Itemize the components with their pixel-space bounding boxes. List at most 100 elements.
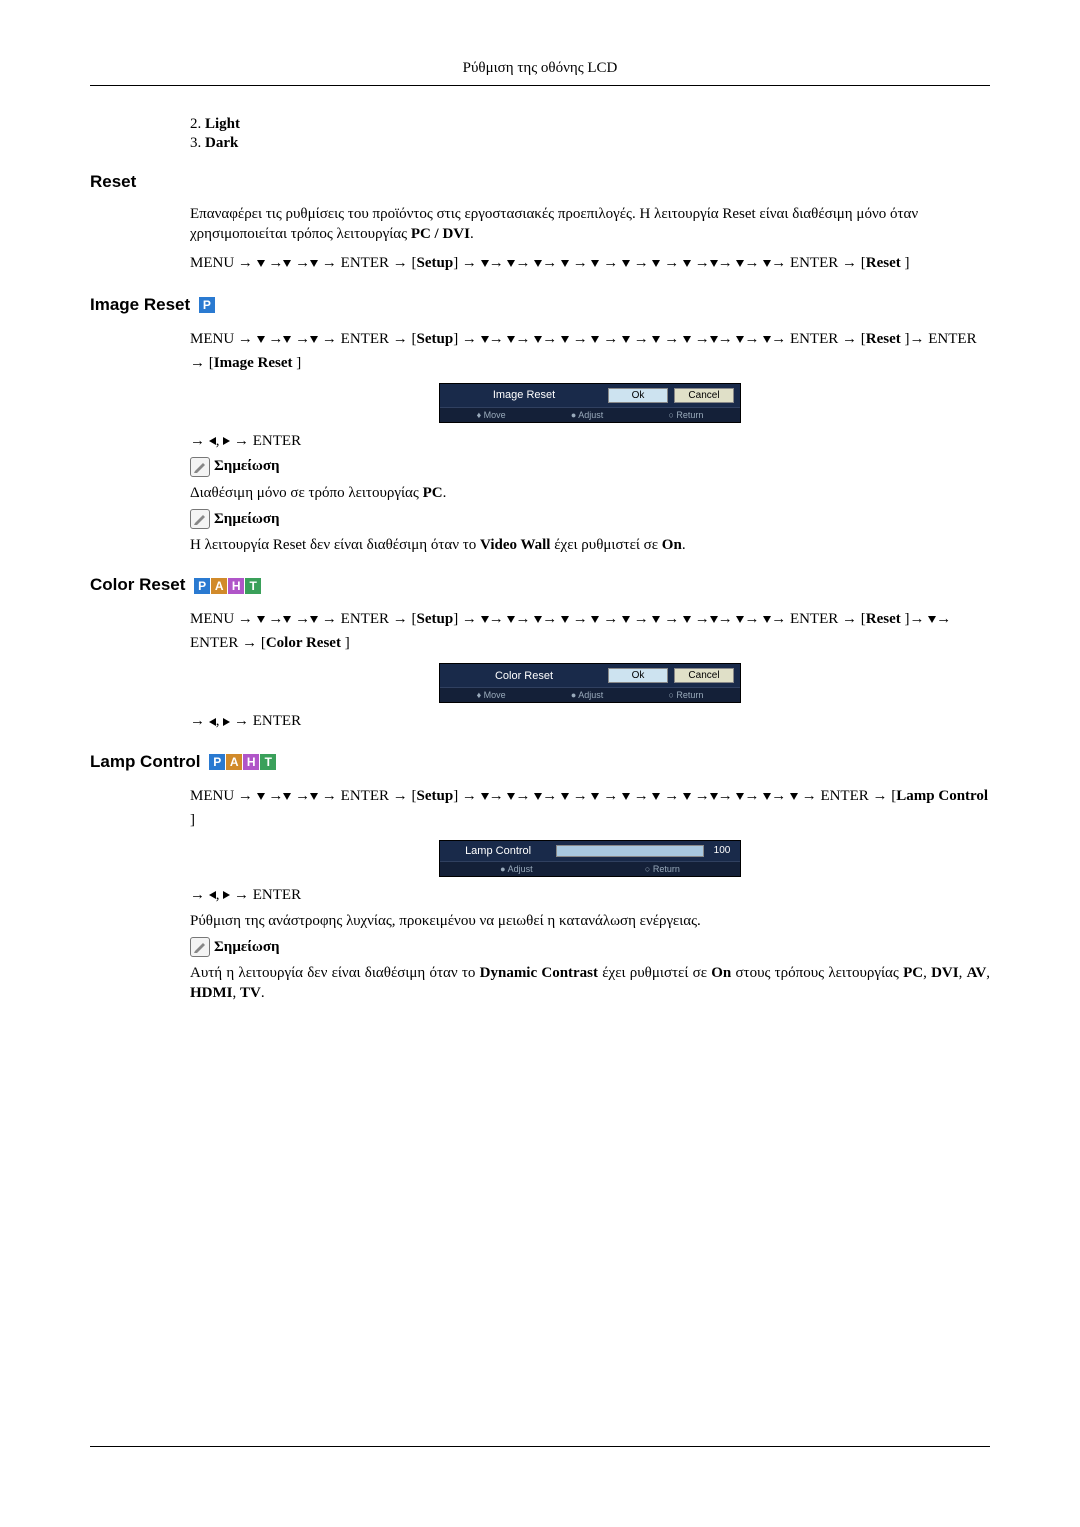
- down-arrow-icon: [310, 336, 318, 343]
- heading-reset: Reset: [90, 172, 990, 192]
- osd-row: Image Reset Ok Cancel: [440, 384, 740, 407]
- page-title: Ρύθμιση της οθόνης LCD: [463, 60, 618, 76]
- down-arrow-icon: [283, 260, 291, 267]
- osd-return-label: ○ Return: [645, 864, 680, 874]
- list-label: Light: [205, 116, 240, 132]
- note-icon: [190, 509, 210, 529]
- badge-t-icon: T: [260, 754, 276, 770]
- down-arrow-icon: [534, 616, 542, 623]
- down-arrow-icon: [591, 336, 599, 343]
- down-arrow-icon: [710, 336, 718, 343]
- down-arrow-icon: [257, 260, 265, 267]
- image-reset-after: → , → ENTER: [190, 431, 990, 451]
- down-arrow-icon: [591, 616, 599, 623]
- osd-ok-button: Ok: [608, 388, 668, 403]
- note-icon: [190, 937, 210, 957]
- down-arrow-icon: [534, 793, 542, 800]
- down-arrow-icon: [283, 793, 291, 800]
- osd-cancel-button: Cancel: [674, 388, 734, 403]
- list-label: Dark: [205, 135, 238, 151]
- osd-dialog: Color Reset Ok Cancel ♦ Move ● Adjust ○ …: [439, 663, 741, 703]
- down-arrow-icon: [763, 616, 771, 623]
- badge-a-icon: A: [226, 754, 242, 770]
- osd-adjust-label: ● Adjust: [500, 864, 532, 874]
- reset-desc: Επαναφέρει τις ρυθμίσεις του προϊόντος σ…: [190, 204, 990, 245]
- osd-footer: ♦ Move ● Adjust ○ Return: [440, 407, 740, 422]
- down-arrow-icon: [591, 260, 599, 267]
- down-arrow-icon: [622, 260, 630, 267]
- down-arrow-icon: [652, 616, 660, 623]
- badge-h-icon: H: [243, 754, 259, 770]
- osd-return-label: ○ Return: [668, 690, 703, 700]
- osd-cancel-button: Cancel: [674, 668, 734, 683]
- down-arrow-icon: [652, 793, 660, 800]
- color-reset-after: → , → ENTER: [190, 711, 990, 731]
- osd-return-label: ○ Return: [668, 410, 703, 420]
- osd-move-label: ♦ Move: [477, 410, 506, 420]
- down-arrow-icon: [310, 616, 318, 623]
- osd-label: Color Reset: [446, 670, 602, 682]
- heading-color-reset: Color Reset PAHT: [90, 575, 990, 595]
- down-arrow-icon: [481, 260, 489, 267]
- down-arrow-icon: [622, 793, 630, 800]
- badge-row: P: [199, 297, 216, 313]
- osd-screenshot: Image Reset Ok Cancel ♦ Move ● Adjust ○ …: [190, 383, 990, 423]
- image-reset-nav-sequence: MENU → → → → ENTER → [Setup] → → → → → →…: [190, 327, 990, 375]
- down-arrow-icon: [283, 616, 291, 623]
- footer-rule: [90, 1446, 990, 1447]
- page-header: Ρύθμιση της οθόνης LCD: [90, 60, 990, 86]
- color-reset-nav-sequence: MENU → → → → ENTER → [Setup] → → → → → →…: [190, 607, 990, 655]
- osd-move-label: ♦ Move: [477, 690, 506, 700]
- lamp-body: MENU → → → → ENTER → [Setup] → → → → → →…: [190, 784, 990, 1004]
- down-arrow-icon: [507, 336, 515, 343]
- badge-row: PAHT: [209, 754, 277, 770]
- down-arrow-icon: [283, 336, 291, 343]
- down-arrow-icon: [763, 260, 771, 267]
- badge-row: PAHT: [194, 578, 262, 594]
- left-arrow-icon: [209, 718, 216, 726]
- down-arrow-icon: [310, 793, 318, 800]
- down-arrow-icon: [561, 793, 569, 800]
- down-arrow-icon: [481, 616, 489, 623]
- badge-a-icon: A: [211, 578, 227, 594]
- down-arrow-icon: [257, 336, 265, 343]
- badge-p-icon: P: [199, 297, 215, 313]
- image-reset-body: MENU → → → → ENTER → [Setup] → → → → → →…: [190, 327, 990, 556]
- down-arrow-icon: [710, 793, 718, 800]
- color-reset-body: MENU → → → → ENTER → [Setup] → → → → → →…: [190, 607, 990, 731]
- down-arrow-icon: [507, 793, 515, 800]
- down-arrow-icon: [652, 336, 660, 343]
- osd-screenshot: Color Reset Ok Cancel ♦ Move ● Adjust ○ …: [190, 663, 990, 703]
- down-arrow-icon: [736, 336, 744, 343]
- down-arrow-icon: [534, 336, 542, 343]
- note-label: Σημείωση: [214, 939, 280, 956]
- down-arrow-icon: [736, 616, 744, 623]
- osd-label: Lamp Control: [446, 845, 550, 857]
- osd-footer: ♦ Move ● Adjust ○ Return: [440, 687, 740, 702]
- down-arrow-icon: [683, 793, 691, 800]
- left-arrow-icon: [209, 891, 216, 899]
- osd-slider: [556, 845, 704, 857]
- down-arrow-icon: [257, 616, 265, 623]
- image-reset-note2: Η λειτουργία Reset δεν είναι διαθέσιμη ό…: [190, 535, 990, 555]
- down-arrow-icon: [736, 260, 744, 267]
- down-arrow-icon: [507, 260, 515, 267]
- down-arrow-icon: [622, 336, 630, 343]
- down-arrow-icon: [534, 260, 542, 267]
- down-arrow-icon: [790, 793, 798, 800]
- osd-dialog: Lamp Control 100 ● Adjust ○ Return: [439, 840, 741, 877]
- left-arrow-icon: [209, 437, 216, 445]
- badge-t-icon: T: [245, 578, 261, 594]
- down-arrow-icon: [561, 336, 569, 343]
- down-arrow-icon: [736, 793, 744, 800]
- osd-row: Color Reset Ok Cancel: [440, 664, 740, 687]
- list-item: 2. Light: [190, 116, 990, 133]
- note-label: Σημείωση: [214, 511, 280, 528]
- note-row: Σημείωση: [190, 937, 990, 957]
- down-arrow-icon: [710, 616, 718, 623]
- lamp-desc: Ρύθμιση της ανάστροφης λυχνίας, προκειμέ…: [190, 911, 990, 931]
- list-number: 2.: [190, 116, 201, 132]
- down-arrow-icon: [481, 793, 489, 800]
- note-icon: [190, 457, 210, 477]
- down-arrow-icon: [561, 616, 569, 623]
